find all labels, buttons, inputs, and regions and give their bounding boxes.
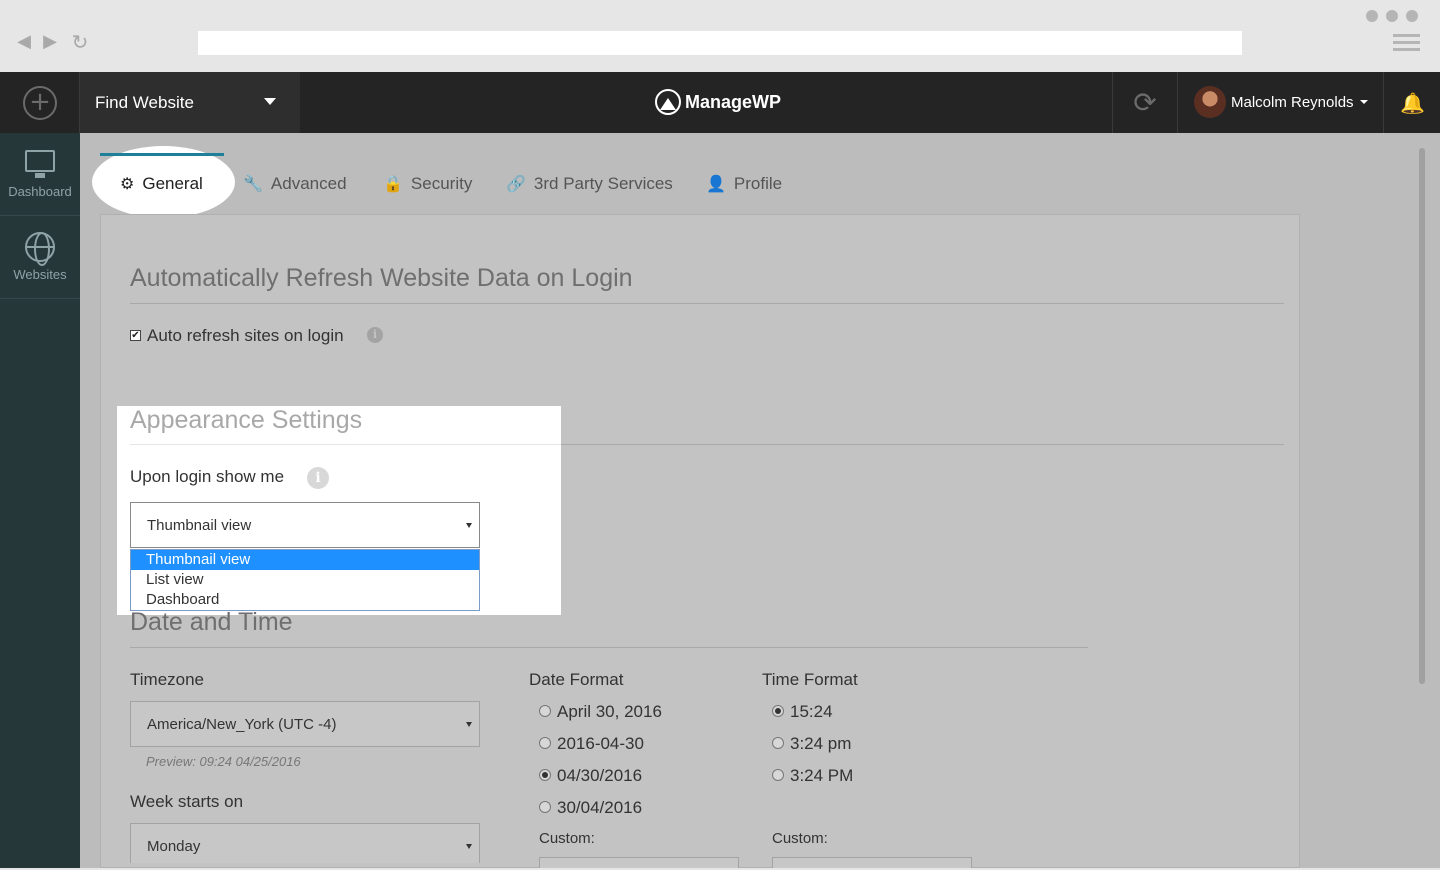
login-view-select[interactable]: Thumbnail view	[130, 502, 480, 548]
bell-icon[interactable]: 🔔	[1400, 91, 1425, 115]
caret-down-icon	[466, 523, 472, 528]
divider	[130, 303, 1284, 304]
login-view-label: Upon login show me	[130, 467, 285, 486]
address-bar[interactable]	[198, 31, 1242, 55]
timezone-label: Timezone	[130, 670, 205, 689]
section-title-date-time: Date and Time	[130, 608, 293, 636]
caret-down-icon	[466, 844, 472, 849]
caret-down-icon	[1360, 100, 1368, 104]
tab-label: 3rd Party Services	[533, 174, 673, 193]
tab-profile[interactable]: 👤 Profile	[706, 150, 782, 212]
app-top-bar: + Find Website ManageWP ⟳ Malcolm Reynol…	[0, 72, 1440, 133]
time-format-radio[interactable]	[772, 769, 784, 781]
time-custom-label: Custom:	[772, 830, 828, 847]
divider	[561, 444, 1284, 445]
sidebar-item-dashboard[interactable]: Dashboard	[0, 133, 80, 216]
timezone-preview: Preview: 09:24 04/25/2016	[146, 754, 301, 769]
caret-down-icon	[264, 98, 276, 105]
find-website-dropdown[interactable]: Find Website	[80, 72, 300, 133]
auto-refresh-checkbox[interactable]: ✔	[130, 330, 141, 341]
sidebar-item-label: Websites	[13, 267, 67, 282]
date-format-option: 2016-04-30	[557, 734, 644, 753]
tab-security[interactable]: 🔒 Security	[383, 150, 472, 212]
option-dashboard[interactable]: Dashboard	[131, 590, 479, 610]
date-format-label: Date Format	[529, 670, 624, 689]
globe-icon	[25, 232, 55, 266]
find-website-label: Find Website	[95, 93, 194, 112]
date-format-option: April 30, 2016	[557, 702, 662, 721]
time-format-radio[interactable]	[772, 737, 784, 749]
info-icon[interactable]: i	[367, 327, 383, 343]
time-format-option: 15:24	[790, 702, 833, 721]
divider	[130, 444, 561, 445]
date-format-option: 04/30/2016	[557, 766, 643, 785]
wrench-icon: 🔧	[243, 176, 263, 193]
login-view-value: Thumbnail view	[147, 517, 252, 534]
divider	[130, 647, 1088, 648]
section-title-auto-refresh: Automatically Refresh Website Data on Lo…	[130, 264, 633, 292]
sidebar: Dashboard Websites	[0, 133, 80, 868]
auto-refresh-label: Auto refresh sites on login	[147, 326, 344, 345]
add-website-button[interactable]: +	[0, 72, 80, 133]
caret-down-icon	[466, 722, 472, 727]
option-list-view[interactable]: List view	[131, 570, 479, 590]
tab-label: Profile	[733, 174, 783, 193]
plus-icon: +	[23, 86, 57, 120]
week-starts-label: Week starts on	[130, 792, 244, 811]
time-custom-input[interactable]	[772, 857, 972, 868]
window-dot-icon	[1406, 10, 1418, 22]
date-format-radio[interactable]	[539, 737, 551, 749]
date-format-radio[interactable]	[539, 705, 551, 717]
user-name: Malcolm Reynolds	[1231, 94, 1354, 111]
refresh-icon: ⟳	[1133, 86, 1157, 119]
option-thumbnail-view[interactable]: Thumbnail view	[131, 550, 479, 570]
time-format-radio[interactable]	[772, 705, 784, 717]
week-starts-select[interactable]: Monday	[130, 823, 480, 863]
date-custom-input[interactable]	[539, 857, 739, 868]
info-icon[interactable]: i	[307, 467, 329, 489]
date-format-option: 30/04/2016	[557, 798, 643, 817]
section-title-appearance: Appearance Settings	[130, 406, 363, 434]
tab-label: General	[142, 174, 203, 193]
time-format-label: Time Format	[762, 670, 858, 689]
week-starts-value: Monday	[147, 838, 201, 855]
browser-chrome: ◀ ▶ ↻	[0, 0, 1440, 72]
managewp-logo-icon	[655, 89, 681, 115]
tab-general[interactable]: ⚙ General	[120, 150, 203, 212]
timezone-select[interactable]: America/New_York (UTC -4)	[130, 701, 480, 747]
logo-text: ManageWP	[685, 91, 782, 112]
refresh-button[interactable]: ⟳	[1112, 72, 1178, 133]
monitor-chart-icon	[25, 150, 55, 178]
time-format-option: 3:24 pm	[790, 734, 852, 753]
timezone-value: America/New_York (UTC -4)	[147, 716, 337, 733]
forward-arrow-icon[interactable]: ▶	[40, 32, 60, 52]
lock-icon: 🔒	[383, 176, 403, 193]
avatar	[1194, 86, 1226, 118]
user-menu[interactable]: Malcolm Reynolds	[1178, 72, 1384, 133]
scrollbar[interactable]	[1419, 148, 1425, 684]
tab-3rd-party-services[interactable]: 🔗 3rd Party Services	[506, 150, 673, 212]
user-icon: 👤	[706, 176, 726, 193]
date-format-radio[interactable]	[539, 801, 551, 813]
tab-label: Advanced	[270, 174, 347, 193]
back-arrow-icon[interactable]: ◀	[14, 32, 34, 52]
time-format-option: 3:24 PM	[790, 766, 854, 785]
tab-label: Security	[410, 174, 473, 193]
date-format-radio[interactable]	[539, 769, 551, 781]
login-view-options: Thumbnail view List view Dashboard	[130, 549, 480, 611]
window-dot-icon	[1386, 10, 1398, 22]
tab-advanced[interactable]: 🔧 Advanced	[243, 150, 347, 212]
sidebar-item-label: Dashboard	[8, 184, 72, 199]
gear-icon: ⚙	[120, 176, 135, 193]
logo[interactable]: ManageWP	[655, 88, 781, 116]
link-icon: 🔗	[506, 176, 526, 193]
date-custom-label: Custom:	[539, 830, 595, 847]
window-dot-icon	[1366, 10, 1378, 22]
reload-icon[interactable]: ↻	[70, 32, 90, 52]
browser-menu-icon[interactable]	[1393, 34, 1420, 52]
sidebar-item-websites[interactable]: Websites	[0, 216, 80, 299]
